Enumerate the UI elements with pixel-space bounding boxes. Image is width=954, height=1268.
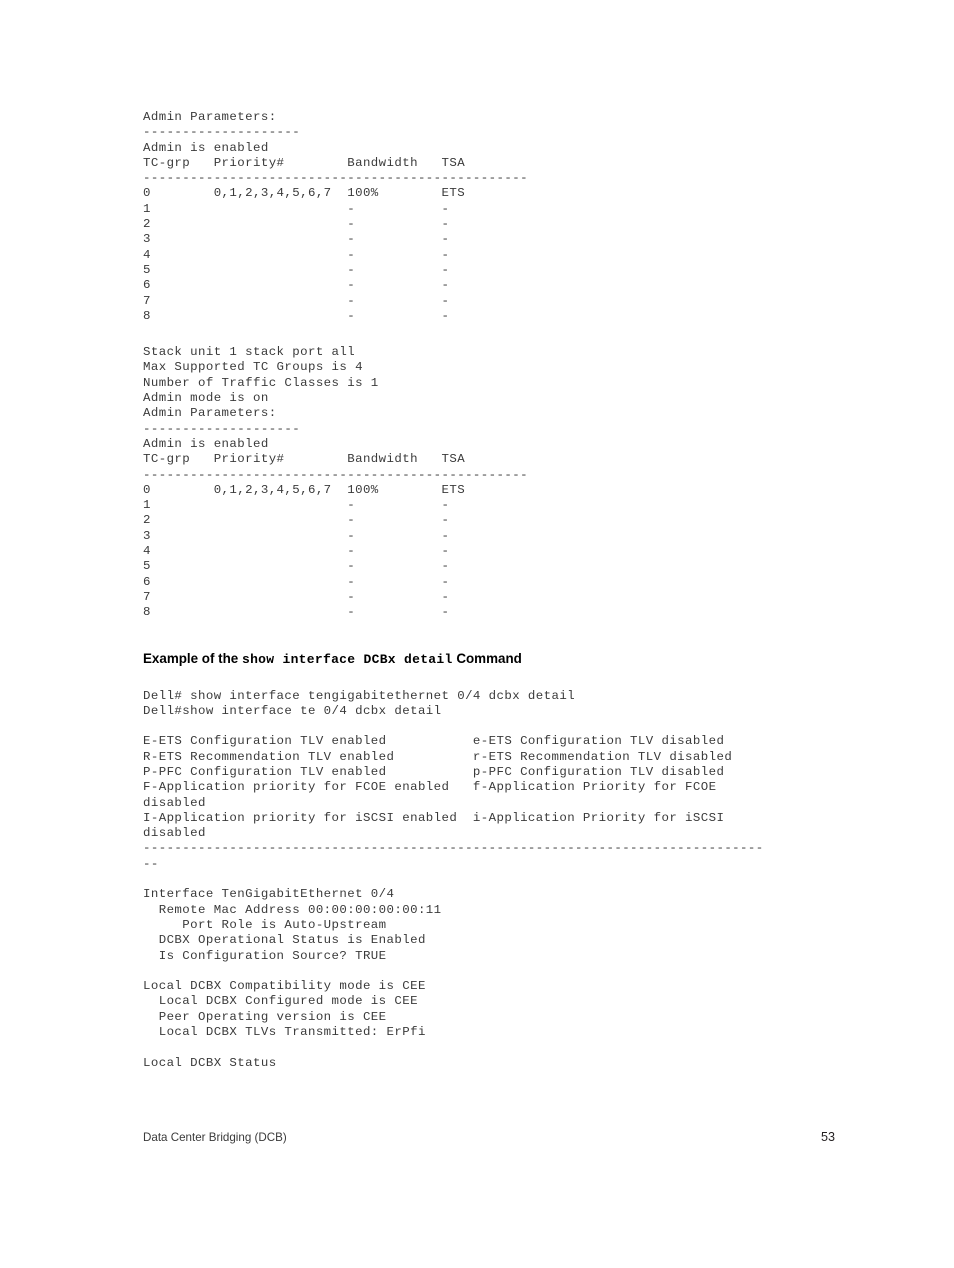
section-heading-command: show interface DCBx detail [241,651,453,667]
cli-command-lines: Dell# show interface tengigabitethernet … [143,688,576,718]
footer-chapter-title: Data Center Bridging (DCB) [143,1131,287,1144]
document-page: Admin Parameters: -------------------- A… [0,0,954,1268]
dcbx-tlv-status-block: E-ETS Configuration TLV enabled e-ETS Co… [143,734,764,871]
footer-page-number: 53 [820,1130,835,1144]
section-heading-prefix: Example of the [143,650,242,666]
local-dcbx-status-label: Local DCBX Status [143,1055,277,1070]
interface-details-block: Interface TenGigabitEthernet 0/4 Remote … [143,887,442,963]
page-content: Admin Parameters: -------------------- A… [143,110,863,1071]
section-heading: Example of the show interface DCBx detai… [143,651,863,668]
local-dcbx-mode-block: Local DCBX Compatibility mode is CEE Loc… [143,979,426,1040]
admin-parameters-block-1: Admin Parameters: -------------------- A… [143,110,528,323]
page-footer: Data Center Bridging (DCB) 53 [143,1130,835,1144]
stack-unit-admin-parameters-block: Stack unit 1 stack port all Max Supporte… [143,345,528,620]
section-heading-suffix: Command [452,650,522,666]
